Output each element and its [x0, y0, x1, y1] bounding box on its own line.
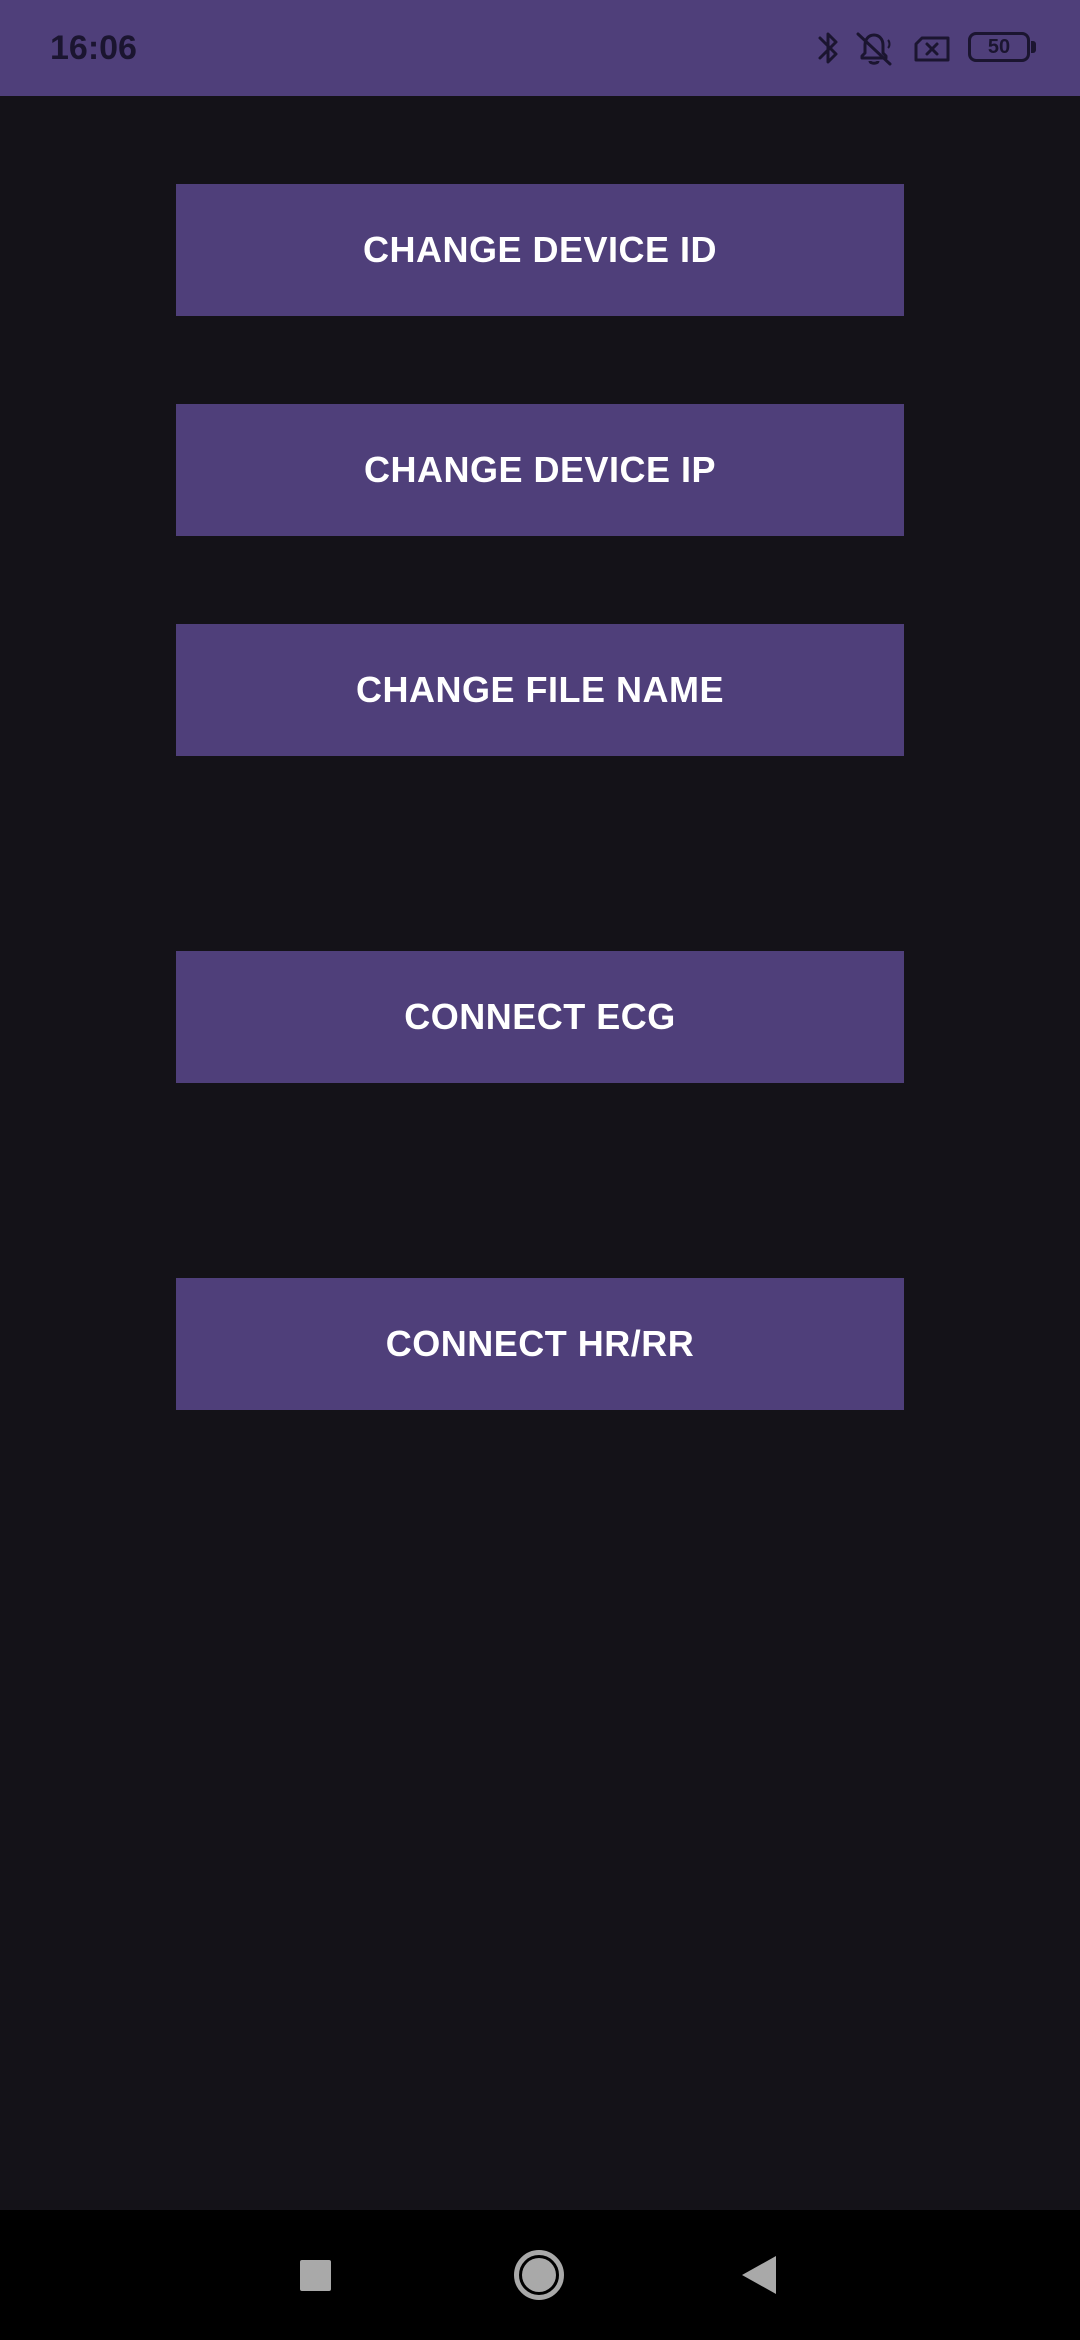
no-sim-icon: [914, 36, 950, 62]
change-device-id-button[interactable]: CHANGE DEVICE ID: [176, 184, 904, 316]
recents-icon[interactable]: [300, 2260, 331, 2291]
change-file-name-button[interactable]: CHANGE FILE NAME: [176, 624, 904, 756]
connect-hr-rr-button[interactable]: CONNECT HR/RR: [176, 1278, 904, 1410]
connect-ecg-button[interactable]: CONNECT ECG: [176, 951, 904, 1083]
battery-icon: 50: [968, 32, 1030, 62]
app-screen: 16:06 50 CHANGE DEVICE ID CHANGE DEVICE …: [0, 0, 1080, 2340]
notifications-off-icon: [856, 32, 892, 66]
back-icon[interactable]: [742, 2256, 776, 2294]
home-icon-inner: [522, 2258, 556, 2292]
battery-tip: [1031, 41, 1036, 53]
change-device-ip-button[interactable]: CHANGE DEVICE IP: [176, 404, 904, 536]
status-time: 16:06: [50, 29, 137, 67]
status-bar: 16:06 50: [0, 0, 1080, 96]
bluetooth-icon: [818, 32, 838, 64]
battery-level: 50: [987, 36, 1011, 58]
